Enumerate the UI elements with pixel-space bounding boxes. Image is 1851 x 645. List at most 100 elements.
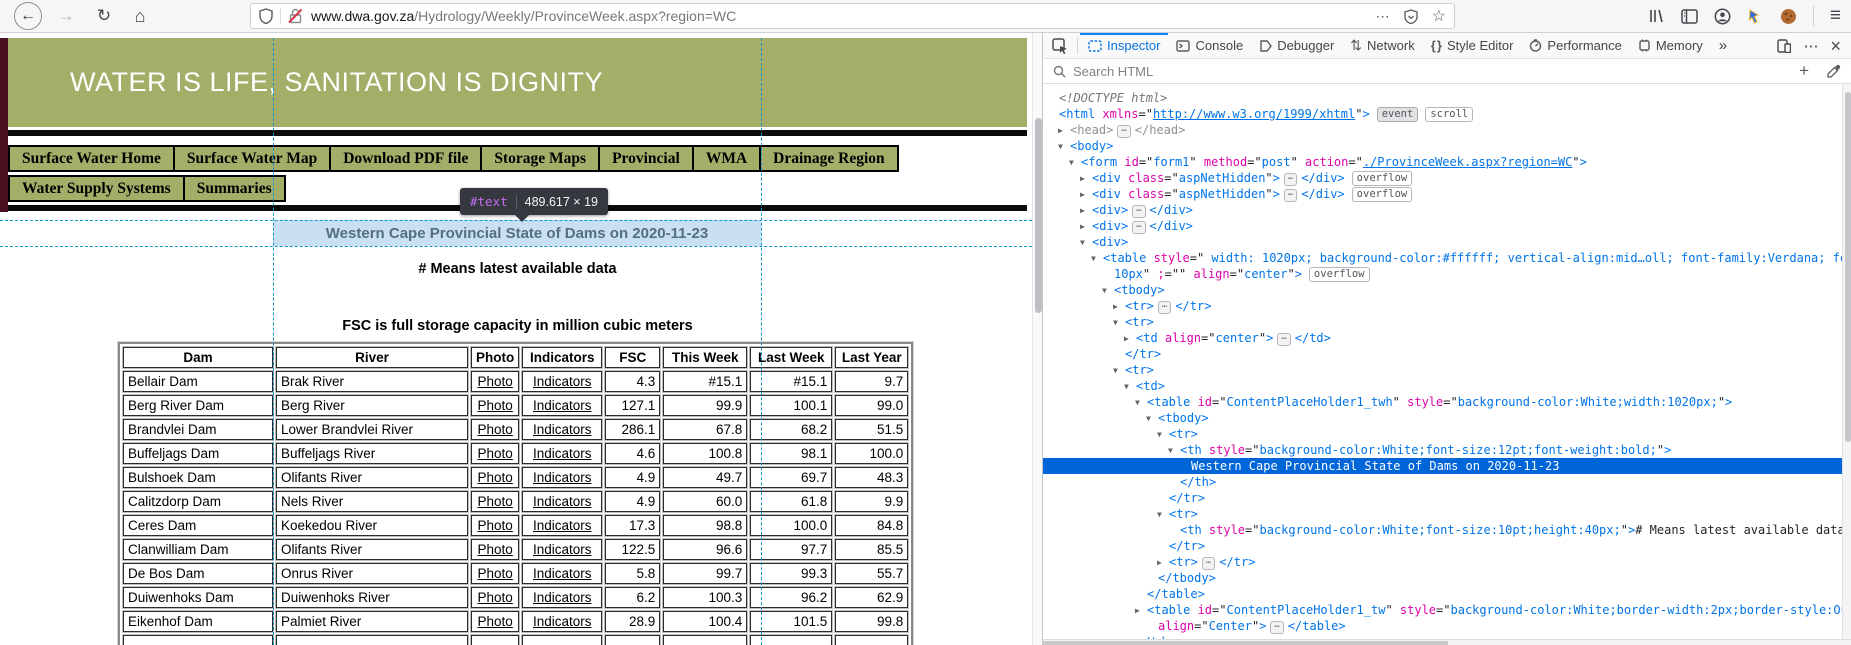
inline-expand-icon[interactable]: ⋯ (1277, 333, 1291, 346)
tree-node[interactable]: </table> (1043, 586, 1851, 602)
tree-node[interactable]: ▶ <div> ⋯ </div> (1043, 202, 1851, 218)
tree-node[interactable]: <html xmlns="http://www.w3.org/1999/xhtm… (1043, 106, 1851, 122)
photo-link[interactable]: Photo (477, 566, 512, 581)
indicators-link[interactable]: Indicators (533, 494, 592, 509)
tree-node[interactable]: ▶ <tr> ⋯ </tr> (1043, 298, 1851, 314)
collapse-arrow-icon[interactable]: ▼ (1157, 507, 1167, 523)
collapse-arrow-icon[interactable]: ▼ (1113, 363, 1123, 379)
node-badge[interactable]: overflow (1351, 171, 1413, 186)
collapse-arrow-icon[interactable]: ▼ (1058, 139, 1068, 155)
tree-node[interactable]: ▼ <tbody> (1043, 410, 1851, 426)
tree-node[interactable]: </tbody> (1043, 570, 1851, 586)
nav-surface-water-home[interactable]: Surface Water Home (8, 145, 175, 172)
responsive-design-mode-icon[interactable] (1777, 38, 1792, 53)
photo-link[interactable]: Photo (477, 542, 512, 557)
expand-arrow-icon[interactable]: ▶ (1080, 187, 1090, 203)
tab-console[interactable]: Console (1168, 33, 1251, 59)
inline-expand-icon[interactable]: ⋯ (1201, 557, 1216, 570)
collapse-arrow-icon[interactable]: ▼ (1080, 235, 1090, 251)
inline-expand-icon[interactable]: ⋯ (1117, 125, 1131, 138)
tree-node[interactable]: ▼ <table id="ContentPlaceHolder1_twh" sty… (1043, 394, 1851, 410)
tracking-protection-shield-icon[interactable] (259, 8, 273, 24)
tree-node[interactable]: </tr> (1043, 490, 1851, 506)
tab-debugger[interactable]: Debugger (1251, 33, 1342, 59)
indicators-link[interactable]: Indicators (533, 422, 592, 437)
collapse-arrow-icon[interactable]: ▼ (1157, 427, 1167, 443)
page-scrollbar[interactable] (1032, 33, 1042, 645)
devtools-horizontal-scrollbar[interactable] (1043, 639, 1851, 645)
collapse-arrow-icon[interactable]: ▼ (1102, 283, 1112, 299)
photo-link[interactable]: Photo (477, 494, 512, 509)
inline-expand-icon[interactable]: ⋯ (1283, 173, 1298, 186)
photo-link[interactable]: Photo (477, 446, 512, 461)
devtools-close-icon[interactable]: × (1830, 37, 1841, 55)
tab-inspector[interactable]: Inspector (1080, 33, 1168, 59)
tree-node[interactable]: ▼ <td> (1043, 378, 1851, 394)
devtools-meatball-menu-icon[interactable]: ⋯ (1803, 37, 1818, 55)
library-icon[interactable] (1649, 8, 1665, 24)
devtools-hscrollbar-thumb[interactable] (1043, 641, 1448, 645)
forward-button[interactable]: → (52, 0, 80, 32)
inline-expand-icon[interactable]: ⋯ (1270, 621, 1284, 634)
bookmark-star-icon[interactable]: ☆ (1432, 6, 1446, 26)
indicators-link[interactable]: Indicators (533, 566, 592, 581)
collapse-arrow-icon[interactable]: ▼ (1168, 443, 1178, 459)
back-button[interactable]: ← (14, 2, 42, 30)
sidebars-icon[interactable] (1681, 8, 1698, 24)
node-badge[interactable]: scroll (1425, 107, 1474, 122)
pocket-save-icon[interactable] (1404, 8, 1418, 24)
expand-arrow-icon[interactable]: ▶ (1080, 203, 1090, 219)
expand-arrow-icon[interactable]: ▶ (1124, 331, 1134, 347)
indicators-link[interactable]: Indicators (533, 470, 592, 485)
tree-node[interactable]: ▼ <th style="background-color:White;font-… (1043, 442, 1851, 458)
nav-storage-maps[interactable]: Storage Maps (480, 145, 601, 172)
tab-network[interactable]: ⇅ Network (1342, 33, 1422, 59)
tree-node[interactable]: ▼ <form id="form1" method="post" action="… (1043, 154, 1851, 170)
tree-node[interactable]: </tr> (1043, 346, 1851, 362)
tree-node[interactable]: ▼ <tbody> (1043, 282, 1851, 298)
photo-link[interactable]: Photo (477, 518, 512, 533)
url-text[interactable]: www.dwa.gov.za/Hydrology/Weekly/Province… (311, 8, 736, 24)
collapse-arrow-icon[interactable]: ▼ (1069, 155, 1079, 171)
insecure-lock-icon[interactable] (288, 8, 303, 24)
tree-node[interactable]: ▼ <div> (1043, 234, 1851, 250)
tree-node[interactable]: ▼ <tr> (1043, 426, 1851, 442)
tree-node[interactable]: ▶ <head> ⋯ </head> (1043, 122, 1851, 138)
nav-download-pdf[interactable]: Download PDF file (329, 145, 483, 172)
reload-button[interactable]: ↻ (90, 0, 118, 32)
add-node-icon[interactable]: + (1799, 61, 1809, 81)
tree-node[interactable]: ▶ <div> ⋯ </div> (1043, 218, 1851, 234)
pick-element-icon[interactable] (1043, 33, 1077, 59)
collapse-arrow-icon[interactable]: ▼ (1124, 379, 1134, 395)
tree-node[interactable]: align="Center"> ⋯ </table> (1043, 618, 1851, 634)
home-button[interactable]: ⌂ (126, 0, 154, 32)
tree-node[interactable]: <th style="background-color:White;font-s… (1043, 522, 1851, 538)
nav-summaries[interactable]: Summaries (182, 175, 286, 202)
indicators-link[interactable]: Indicators (533, 542, 592, 557)
indicators-link[interactable]: Indicators (533, 398, 592, 413)
indicators-link[interactable]: Indicators (533, 374, 592, 389)
page-scrollbar-thumb[interactable] (1034, 118, 1042, 313)
expand-arrow-icon[interactable]: ▶ (1157, 555, 1167, 571)
extension-download-arrow-icon[interactable] (1747, 8, 1764, 25)
tree-node[interactable]: ▼ <body> (1043, 138, 1851, 154)
tree-node[interactable]: ▼ <tr> (1043, 314, 1851, 330)
indicators-link[interactable]: Indicators (533, 614, 592, 629)
collapse-arrow-icon[interactable]: ▼ (1146, 411, 1156, 427)
inline-expand-icon[interactable]: ⋯ (1157, 301, 1172, 314)
indicators-link[interactable]: Indicators (533, 590, 592, 605)
expand-arrow-icon[interactable]: ▶ (1080, 219, 1090, 235)
nav-provincial[interactable]: Provincial (598, 145, 694, 172)
node-badge[interactable]: event (1376, 107, 1419, 122)
node-badge[interactable]: overflow (1351, 187, 1413, 202)
collapse-arrow-icon[interactable]: ▼ (1091, 251, 1101, 267)
nav-wma[interactable]: WMA (691, 145, 762, 172)
tree-node[interactable]: ▼ <table style=" width: 1020px; backgroun… (1043, 250, 1851, 266)
tab-performance[interactable]: Performance (1521, 33, 1629, 59)
tree-node[interactable]: ▼ <tr> (1043, 506, 1851, 522)
tree-node[interactable]: </tr> (1043, 538, 1851, 554)
tree-node[interactable]: </th> (1043, 474, 1851, 490)
photo-link[interactable]: Photo (477, 470, 512, 485)
page-actions-icon[interactable]: ⋯ (1376, 8, 1390, 25)
account-icon[interactable] (1714, 8, 1731, 25)
